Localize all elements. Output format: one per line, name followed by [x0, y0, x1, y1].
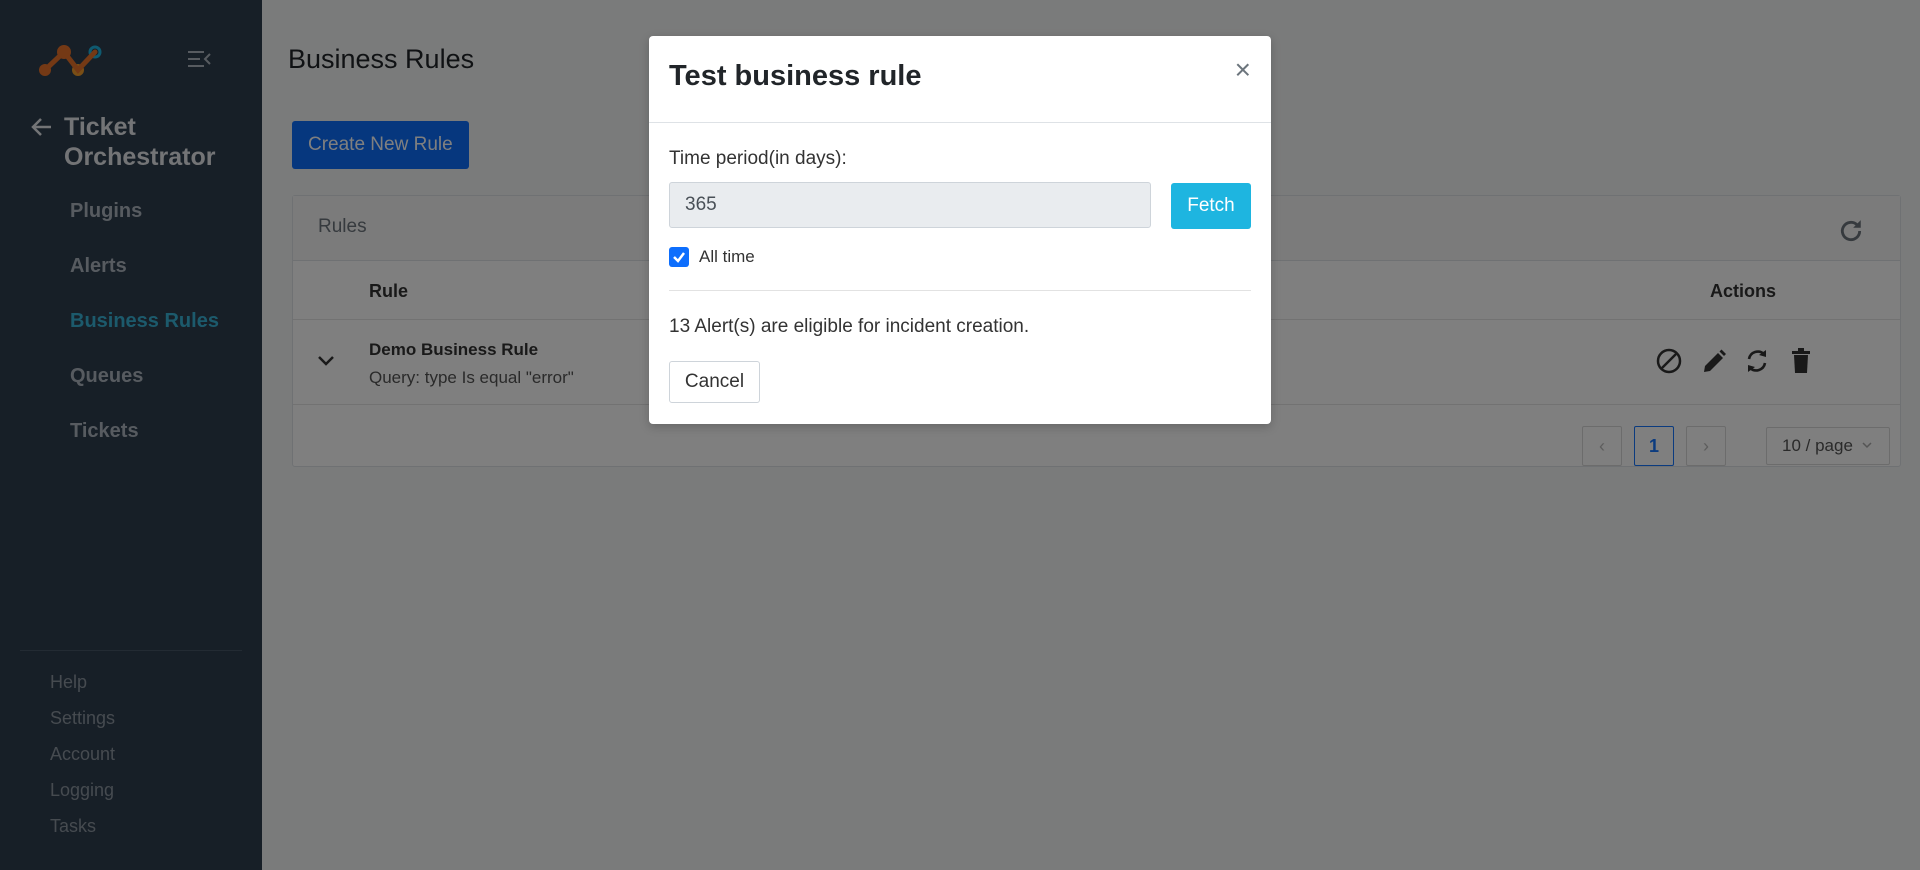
- result-text: 13 Alert(s) are eligible for incident cr…: [669, 316, 1030, 337]
- test-rule-modal: Test business rule × Time period(in days…: [649, 36, 1271, 424]
- close-icon[interactable]: ×: [1235, 56, 1251, 84]
- checkbox-checked-icon[interactable]: [669, 247, 689, 267]
- period-input[interactable]: [669, 182, 1151, 228]
- modal-divider: [669, 290, 1251, 291]
- cancel-button[interactable]: Cancel: [669, 361, 760, 403]
- modal-title: Test business rule: [669, 60, 922, 92]
- all-time-checkbox[interactable]: All time: [669, 247, 755, 267]
- modal-header: Test business rule ×: [649, 36, 1271, 123]
- period-label: Time period(in days):: [669, 148, 847, 169]
- all-time-label: All time: [699, 247, 755, 266]
- fetch-button[interactable]: Fetch: [1171, 183, 1251, 229]
